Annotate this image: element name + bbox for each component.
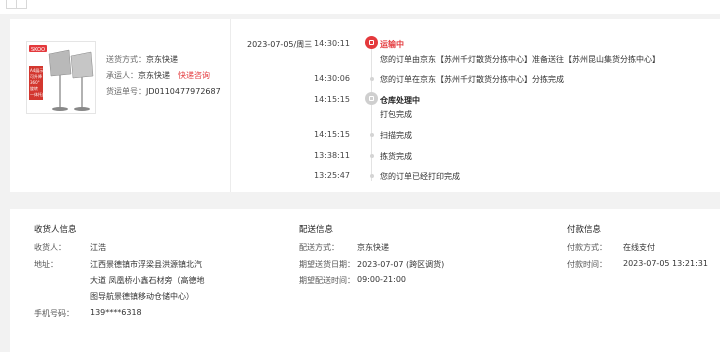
timeline-dot [370,154,374,158]
event-text: 您的订单在京东【苏州千灯散货分拣中心】分拣完成 [380,75,564,84]
receiver-name-row: 收货人： 江浩 [34,242,106,253]
event-time: 14:30:06 [314,74,350,83]
event-time: 13:25:47 [314,171,350,180]
event-text: 拣货完成 [380,152,412,161]
order-detail-card: 收货人信息 收货人： 江浩 地址： 江西景德镇市浮梁县洪源镇北汽 大道 凤凰桥小… [10,209,720,352]
receiver-name-label: 收货人： [34,243,66,252]
event-time: 14:30:11 [314,39,350,48]
delivery-date-label: 期望送货日期： [299,260,355,269]
address-line: 江西景德镇市浮梁县洪源镇北汽 [90,260,202,269]
delivery-time: 09:00-21:00 [357,275,406,284]
receiver-name: 江浩 [90,243,106,252]
address-line: 大道 凤凰桥小鑫石材旁（高德地 [90,276,205,285]
event-time: 14:15:15 [314,130,350,139]
payment-method-row: 付款方式： 在线支付 [567,242,655,253]
logistics-timeline: 2023-07-05/周三 14:30:11 运输中 您的订单由京东【苏州千灯散… [10,19,720,192]
payment-time: 2023-07-05 13:21:31 [623,259,708,268]
top-strip [0,0,720,14]
event-title: 仓库处理中 [380,96,420,105]
shipment-card: SKOO A4展示 可升降 360° 旋转 一体托盘 送货方式：京东快递 承运人… [10,19,720,192]
event-text: 扫描完成 [380,131,412,140]
receiver-phone-row: 手机号码： 139****6318 [34,308,142,319]
event-time: 13:38:11 [314,151,350,160]
payment-method-label: 付款方式： [567,243,607,252]
timeline-dot [370,133,374,137]
delivery-method-row: 配送方式： 京东快递 [299,242,389,253]
delivery-method: 京东快递 [357,243,389,252]
event-text: 打包完成 [380,110,412,119]
delivery-time-row: 期望配送时间： 09:00-21:00 [299,275,406,286]
delivery-time-label: 期望配送时间： [299,276,355,285]
payment-title: 付款信息 [567,225,602,235]
truck-icon [365,36,378,49]
timeline-dot [370,174,374,178]
warehouse-icon [365,92,378,105]
receiver-address-label: 地址： [34,260,58,269]
event-title: 运输中 [380,40,404,49]
timeline-date: 2023-07-05/周三 [247,40,313,49]
payment-method: 在线支付 [623,243,655,252]
receiver-address-row: 地址： [34,259,58,270]
event-text: 您的订单由京东【苏州千灯散货分拣中心】准备送往【苏州昆山集货分拣中心】 [380,55,660,64]
timeline-dot [370,77,374,81]
receiver-phone: 139****6318 [90,308,142,317]
payment-time-row: 付款时间： 2023-07-05 13:21:31 [567,259,708,270]
strip-box [16,0,27,9]
receiver-phone-label: 手机号码： [34,309,74,318]
delivery-title: 配送信息 [299,225,334,235]
delivery-date: 2023-07-07 (跨区调货) [357,260,445,269]
address-line: 图导航景德镇移动仓储中心） [90,292,194,301]
delivery-date-row: 期望送货日期： 2023-07-07 (跨区调货) [299,259,444,270]
event-text: 您的订单已经打印完成 [380,172,460,181]
delivery-method-label: 配送方式： [299,243,339,252]
payment-time-label: 付款时间： [567,260,607,269]
event-time: 14:15:15 [314,95,350,104]
timeline-line [371,49,372,181]
receiver-title: 收货人信息 [34,225,77,235]
